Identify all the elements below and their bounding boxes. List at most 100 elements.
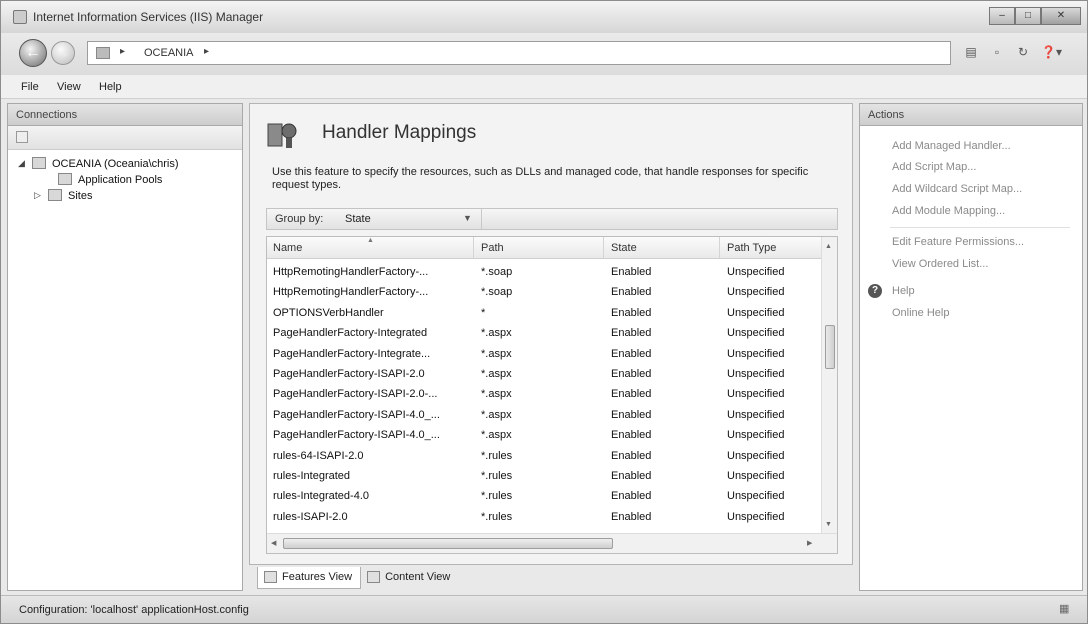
expand-icon[interactable]: ▷ (34, 190, 41, 201)
action-add-managed-handler[interactable]: Add Managed Handler... (892, 140, 1011, 152)
chevron-down-icon[interactable]: ▼ (463, 213, 472, 223)
connect-icon[interactable] (16, 131, 28, 143)
table-row[interactable]: OPTIONSVerbHandler * Enabled Unspecified (267, 304, 821, 324)
scroll-left-icon[interactable]: ◀ (271, 539, 276, 547)
back-button[interactable]: ← (19, 39, 47, 67)
table-row[interactable]: rules-ISAPI-2.0 *.rules Enabled Unspecified (267, 508, 821, 528)
window-title: Internet Information Services (IIS) Mana… (33, 10, 264, 24)
cell-path-type: Unspecified (727, 286, 785, 299)
sites-icon (48, 189, 62, 201)
menu-help[interactable]: Help (99, 81, 122, 93)
menu-file[interactable]: File (21, 81, 39, 93)
minimize-button[interactable]: – (989, 7, 1015, 25)
column-divider[interactable] (719, 237, 720, 258)
table-row[interactable]: rules-Integrated *.rules Enabled Unspecifie… (267, 467, 821, 487)
menu-view[interactable]: View (57, 81, 81, 93)
close-button[interactable]: ✕ (1041, 7, 1081, 25)
column-divider[interactable] (603, 237, 604, 258)
server-icon (32, 157, 46, 169)
action-online-help[interactable]: Online Help (892, 307, 949, 319)
table-row[interactable]: PageHandlerFactory-ISAPI-4.0_... *.aspx En… (267, 406, 821, 426)
column-header-path-type[interactable]: Path Type (727, 242, 776, 254)
help-dropdown-icon[interactable]: ❓▾ (1041, 45, 1062, 59)
grid-header: Name ▲ Path State Path Type (267, 237, 821, 259)
cell-path: *.rules (481, 510, 513, 523)
scroll-right-icon[interactable]: ▶ (807, 539, 812, 547)
table-row[interactable]: rules-64-ISAPI-2.0 *.rules Enabled Unspecif… (267, 447, 821, 467)
address-bar[interactable]: ▸ OCEANIA ▸ (87, 41, 951, 65)
window-controls: – □ ✕ (989, 7, 1081, 25)
actions-panel: Actions Add Managed Handler... Add Scrip… (859, 103, 1083, 591)
tab-content-view[interactable]: Content View (361, 567, 458, 589)
cell-state: Enabled (611, 388, 652, 401)
refresh-icon[interactable]: ↻ (1015, 45, 1031, 59)
table-row[interactable]: PageHandlerFactory-ISAPI-4.0_... *.aspx En… (267, 426, 821, 446)
cell-path: *.soap (481, 266, 513, 278)
cell-path: *.aspx (481, 388, 512, 401)
tree-item-application-pools[interactable]: Application Pools (8, 172, 242, 188)
tree-item-label: Sites (68, 190, 93, 202)
connections-toolbar (8, 126, 242, 150)
action-view-ordered-list[interactable]: View Ordered List... (892, 258, 988, 270)
page-title: Handler Mappings (322, 122, 477, 143)
collapse-icon[interactable]: ◢ (18, 158, 25, 169)
cell-path: *.aspx (481, 327, 512, 340)
tree-item-label: Application Pools (78, 174, 163, 186)
action-add-module-mapping[interactable]: Add Module Mapping... (892, 205, 1005, 217)
cell-path-type: Unspecified (727, 490, 785, 503)
action-edit-feature-permissions[interactable]: Edit Feature Permissions... (892, 236, 1024, 248)
action-help[interactable]: Help (892, 285, 915, 297)
table-row[interactable]: PageHandlerFactory-Integrate... *.aspx Ena… (267, 345, 821, 365)
table-row[interactable]: HttpRemotingHandlerFactory-... *.soap Enab… (267, 263, 821, 283)
tab-features-view[interactable]: Features View (257, 567, 362, 589)
cell-path-type: Unspecified (727, 266, 785, 278)
vertical-scroll-thumb[interactable] (825, 325, 835, 369)
tree-item-sites[interactable]: ▷ Sites (8, 188, 242, 204)
tree-item-server[interactable]: ◢ OCEANIA (Oceania\chris) (8, 156, 242, 172)
cell-path: *.rules (481, 490, 513, 503)
cell-path-type: Unspecified (727, 388, 785, 401)
cell-path-type: Unspecified (727, 306, 785, 319)
table-row[interactable]: PageHandlerFactory-ISAPI-2.0 *.aspx Enable… (267, 365, 821, 385)
cell-path-type: Unspecified (727, 408, 785, 421)
action-add-wildcard-script-map[interactable]: Add Wildcard Script Map... (892, 183, 1022, 195)
view-icon[interactable]: ▤ (963, 45, 979, 59)
column-divider[interactable] (473, 237, 474, 258)
group-by-select[interactable]: State (345, 213, 371, 225)
forward-button[interactable]: → (51, 41, 75, 65)
vertical-scrollbar[interactable]: ▲ ▼ (821, 237, 837, 533)
connections-panel: Connections ◢ OCEANIA (Oceania\chris) Ap… (7, 103, 243, 591)
column-header-state[interactable]: State (611, 242, 637, 254)
sort-ascending-icon: ▲ (367, 237, 374, 244)
scroll-up-icon[interactable]: ▲ (825, 243, 832, 250)
breadcrumb-arrow-icon[interactable]: ▸ (204, 46, 209, 57)
feature-description: Use this feature to specify the resource… (272, 166, 809, 191)
table-row[interactable]: HttpRemotingHandlerFactory-... *.soap Enab… (267, 283, 821, 303)
handler-mappings-icon (267, 123, 297, 148)
cell-name: rules-Integrated-4.0 (273, 490, 369, 503)
table-row[interactable]: rules-Integrated-4.0 *.rules Enabled Unspec… (267, 487, 821, 507)
navigation-bar: ← → ▸ OCEANIA ▸ ▤ ▫ ↻ ❓▾ (1, 33, 1087, 75)
cell-state: Enabled (611, 266, 652, 278)
cell-state: Enabled (611, 367, 652, 380)
tab-label: Content View (385, 571, 451, 583)
cell-state: Enabled (611, 490, 652, 503)
table-row[interactable]: PageHandlerFactory-Integrated *.aspx Enabl… (267, 324, 821, 344)
tree-item-label: OCEANIA (Oceania\chris) (52, 158, 179, 170)
column-header-name[interactable]: Name (273, 242, 302, 254)
scroll-down-icon[interactable]: ▼ (825, 521, 832, 528)
iis-manager-window: Internet Information Services (IIS) Mana… (0, 0, 1088, 624)
table-row[interactable]: PageHandlerFactory-ISAPI-2.0-... *.aspx En… (267, 385, 821, 405)
stop-icon[interactable]: ▫ (989, 45, 1005, 59)
maximize-button[interactable]: □ (1015, 7, 1041, 25)
application-pools-icon (58, 173, 72, 185)
status-bar: Configuration: 'localhost' applicationHo… (1, 595, 1087, 623)
breadcrumb-arrow-icon[interactable]: ▸ (120, 46, 125, 57)
action-add-script-map[interactable]: Add Script Map... (892, 161, 976, 173)
column-header-path[interactable]: Path (481, 242, 504, 254)
breadcrumb-server[interactable]: OCEANIA (144, 47, 194, 59)
horizontal-scrollbar[interactable]: ◀ ▶ (267, 533, 837, 553)
horizontal-scroll-thumb[interactable] (283, 538, 613, 549)
cell-path: *.rules (481, 449, 513, 462)
cell-path: * (481, 306, 486, 319)
